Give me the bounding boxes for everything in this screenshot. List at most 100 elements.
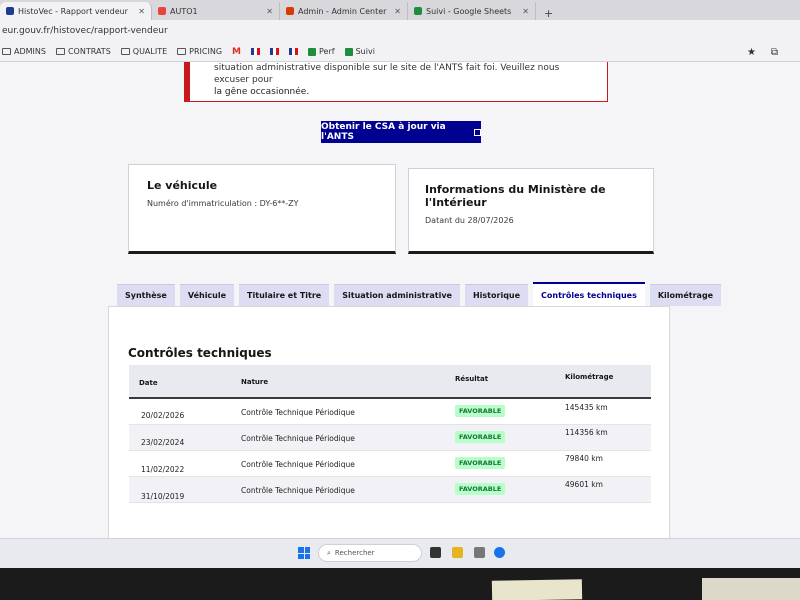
tab-label: HistoVec - Rapport vendeur	[18, 6, 128, 16]
nature-cell: Contrôle Technique Périodique	[241, 434, 355, 443]
table-row: 20/02/2026 Contrôle Technique Périodique…	[129, 399, 651, 425]
sticky-note	[491, 579, 583, 600]
vehicle-card: Le véhicule Numéro d'immatriculation : D…	[128, 164, 396, 254]
file-explorer-icon[interactable]	[452, 547, 463, 558]
column-header: Kilométrage	[565, 373, 614, 381]
browser-tab-suivi[interactable]: Suivi - Google Sheets ✕	[408, 2, 536, 20]
bookmark-label: ADMINS	[14, 47, 46, 56]
bookmarks-bar: ADMINS CONTRATS QUALITE PRICING M Perf S…	[0, 42, 800, 62]
column-header: Résultat	[455, 375, 489, 383]
browser-tab-admin[interactable]: Admin - Admin Center ✕	[280, 2, 408, 20]
bookmark-label: Suivi	[355, 47, 375, 56]
card-title: Le véhicule	[147, 179, 218, 192]
bookmark-admins[interactable]: ADMINS	[2, 47, 46, 56]
tab-situation[interactable]: Situation administrative	[334, 284, 460, 306]
tab-titulaire[interactable]: Titulaire et Titre	[239, 284, 330, 306]
task-view-icon[interactable]	[430, 547, 441, 558]
flag-icon[interactable]	[289, 48, 299, 55]
close-tab-icon[interactable]: ✕	[522, 7, 529, 16]
km-cell: 145435 km	[565, 403, 608, 412]
alert-text: la gêne occasionnée.	[214, 87, 310, 97]
tab-vehicule[interactable]: Véhicule	[179, 284, 235, 306]
table-row: 11/02/2022 Contrôle Technique Périodique…	[129, 451, 651, 477]
bookmark-qualite[interactable]: QUALITE	[120, 47, 168, 56]
bookmark-suivi[interactable]: Suivi	[344, 47, 375, 56]
result-badge: FAVORABLE	[455, 457, 506, 469]
address-bar[interactable]: eur.gouv.fr/histovec/rapport-vendeur	[0, 20, 800, 42]
tab-historique[interactable]: Historique	[464, 284, 529, 306]
search-icon: ⌕	[327, 548, 331, 557]
card-title: Informations du Ministère de l'Intérieur	[425, 183, 606, 209]
bookmark-pricing[interactable]: PRICING	[177, 47, 222, 56]
page-content: situation administrative disponible sur …	[0, 62, 800, 538]
bookmark-contrats[interactable]: CONTRATS	[55, 47, 111, 56]
inspections-table: Date Nature Résultat Kilométrage 20/02/2…	[129, 365, 651, 503]
app-icon[interactable]	[474, 547, 485, 558]
browser-tab-bar: HistoVec - Rapport vendeur ✕ AUTO1 ✕ Adm…	[0, 0, 800, 20]
report-tabs: Synthèse Véhicule Titulaire et Titre Sit…	[117, 282, 722, 306]
table-row: 23/02/2024 Contrôle Technique Périodique…	[129, 425, 651, 451]
km-cell: 79840 km	[565, 454, 603, 463]
section-title: Contrôles techniques	[128, 346, 272, 360]
windows-taskbar: ⌕ Rechercher	[0, 538, 800, 568]
sheets-icon	[344, 47, 353, 56]
km-cell: 49601 km	[565, 480, 603, 489]
auto1-favicon-icon	[158, 7, 166, 15]
table-row: 31/10/2019 Contrôle Technique Périodique…	[129, 477, 651, 503]
folder-icon	[177, 48, 187, 55]
gmail-icon[interactable]: M	[232, 47, 241, 57]
flag-icon[interactable]	[251, 48, 261, 55]
get-csa-button[interactable]: Obtenir le CSA à jour via l'ANTS	[321, 121, 481, 143]
bookmark-star-icon[interactable]: ★	[747, 47, 756, 58]
date-cell: 20/02/2026	[141, 411, 185, 420]
tab-label: AUTO1	[170, 6, 198, 16]
bookmark-label: CONTRATS	[67, 47, 111, 56]
nature-cell: Contrôle Technique Périodique	[241, 408, 355, 417]
browser-tab-histovec[interactable]: HistoVec - Rapport vendeur ✕	[0, 2, 152, 20]
km-cell: 114356 km	[565, 428, 608, 437]
chrome-icon[interactable]	[494, 547, 505, 558]
tab-label: Suivi - Google Sheets	[426, 6, 512, 16]
nature-cell: Contrôle Technique Périodique	[241, 486, 355, 495]
alert-banner: situation administrative disponible sur …	[184, 62, 608, 102]
photo-of-screen: HistoVec - Rapport vendeur ✕ AUTO1 ✕ Adm…	[0, 0, 800, 600]
result-badge: FAVORABLE	[455, 431, 506, 443]
column-header: Nature	[241, 378, 269, 386]
date-cell: 11/02/2022	[141, 465, 185, 474]
result-badge: FAVORABLE	[455, 405, 506, 417]
browser-tab-auto1[interactable]: AUTO1 ✕	[152, 2, 280, 20]
extensions-icon[interactable]: ⧉	[771, 47, 778, 58]
close-tab-icon[interactable]: ✕	[266, 7, 273, 16]
alert-text: situation administrative disponible sur …	[214, 63, 560, 85]
column-header: Date	[139, 379, 158, 387]
bookmark-label: QUALITE	[132, 47, 168, 56]
sticky-note	[702, 578, 800, 600]
cta-label: Obtenir le CSA à jour via l'ANTS	[321, 122, 446, 142]
windows-start-icon[interactable]	[298, 547, 310, 559]
monitor-screen: HistoVec - Rapport vendeur ✕ AUTO1 ✕ Adm…	[0, 0, 800, 568]
url-text: eur.gouv.fr/histovec/rapport-vendeur	[2, 26, 168, 36]
histovec-favicon-icon	[6, 7, 14, 15]
flag-icon[interactable]	[270, 48, 280, 55]
bookmark-label: PRICING	[189, 47, 223, 56]
ministry-card: Informations du Ministère de l'Intérieur…	[408, 168, 654, 254]
tab-synthese[interactable]: Synthèse	[117, 284, 175, 306]
bookmark-label: Perf	[319, 47, 335, 56]
external-link-icon	[474, 128, 481, 136]
report-date: Datant du 28/07/2026	[425, 216, 514, 225]
folder-icon	[2, 48, 11, 55]
close-tab-icon[interactable]: ✕	[138, 7, 145, 16]
tab-kilometrage[interactable]: Kilométrage	[649, 284, 722, 306]
close-tab-icon[interactable]: ✕	[394, 7, 401, 16]
search-placeholder: Rechercher	[334, 549, 375, 557]
tab-controles[interactable]: Contrôles techniques	[533, 282, 645, 306]
office-favicon-icon	[286, 7, 294, 15]
result-badge: FAVORABLE	[455, 483, 506, 495]
taskbar-search[interactable]: ⌕ Rechercher	[318, 544, 422, 562]
sheets-icon	[308, 47, 317, 56]
tab-label: Admin - Admin Center	[298, 6, 387, 16]
sheets-favicon-icon	[414, 7, 422, 15]
bookmark-perf[interactable]: Perf	[308, 47, 335, 56]
new-tab-icon[interactable]: +	[536, 7, 561, 20]
table-header: Date Nature Résultat Kilométrage	[129, 365, 651, 399]
